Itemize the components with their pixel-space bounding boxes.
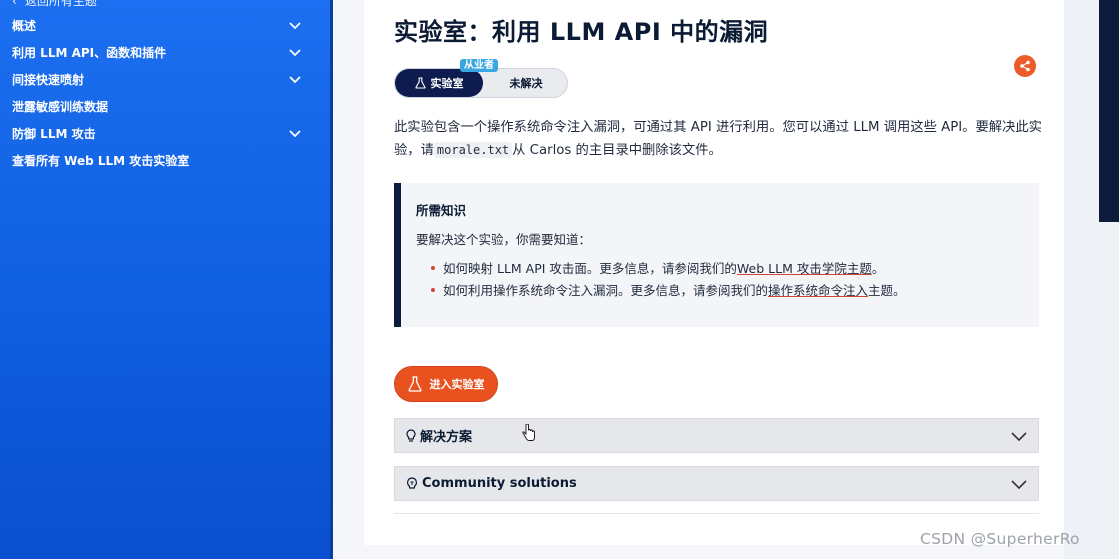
- chevron-down-icon[interactable]: [288, 18, 302, 32]
- pointer-cursor-icon: [522, 424, 535, 441]
- lab-pill-label: 实验室: [430, 77, 464, 90]
- bullet-icon: [431, 265, 435, 270]
- chevron-down-icon[interactable]: [288, 72, 302, 86]
- filename-code: morale.txt: [433, 142, 513, 158]
- list-item: 如何映射 LLM API 攻击面。更多信息，请参阅我们的Web LLM 攻击学院…: [431, 258, 884, 277]
- sidebar-item-label: 防御 LLM 攻击: [12, 126, 96, 141]
- bullet-text: 如何利用操作系统命令注入漏洞。更多信息，请参阅我们的: [443, 283, 769, 298]
- sidebar-item-label: 查看所有 Web LLM 攻击实验室: [12, 153, 190, 168]
- access-lab-label: 进入实验室: [429, 378, 485, 391]
- back-to-topics-label: 返回所有主题: [24, 0, 97, 8]
- sidebar-item-indirect-injection[interactable]: 间接快速喷射: [12, 68, 302, 90]
- flask-icon: [408, 376, 421, 392]
- divider: [394, 513, 1039, 514]
- chevron-down-icon: [1011, 479, 1027, 489]
- lab-status-pill: 实验室 未解决: [394, 68, 568, 98]
- page-title: 实验室：利用 LLM API 中的漏洞: [394, 18, 769, 46]
- solution-label: 解决方案: [420, 430, 473, 445]
- list-item: 如何利用操作系统命令注入漏洞。更多信息，请参阅我们的操作系统命令注入主题。: [431, 280, 906, 299]
- status-label: 未解决: [509, 77, 543, 90]
- sidebar-item-label: 泄露敏感训练数据: [12, 99, 109, 114]
- sidebar-divider: [330, 0, 333, 559]
- chevron-down-icon[interactable]: [288, 126, 302, 140]
- chevron-left-icon: ‹: [12, 0, 17, 8]
- watermark: CSDN @SuperherRo: [920, 530, 1080, 548]
- lightbulb-icon: [406, 428, 416, 442]
- level-badge: 从业者: [460, 59, 498, 72]
- sidebar-item-all-labs[interactable]: 查看所有 Web LLM 攻击实验室: [12, 149, 302, 171]
- description-text-end: 从 Carlos 的主目录中删除该文件。: [512, 143, 722, 158]
- bullet-text: 如何映射 LLM API 攻击面。更多信息，请参阅我们的: [443, 261, 737, 276]
- sidebar-item-leaking-data[interactable]: 泄露敏感训练数据: [12, 95, 302, 117]
- sidebar-item-label: 概述: [12, 18, 37, 33]
- knowledge-title: 所需知识: [416, 203, 467, 218]
- community-solutions-accordion[interactable]: Community solutions: [394, 466, 1039, 501]
- share-icon: [1020, 60, 1030, 72]
- flask-icon: [414, 77, 426, 89]
- share-button[interactable]: [1014, 55, 1036, 77]
- chevron-down-icon: [1011, 431, 1027, 441]
- sidebar-item-label: 利用 LLM API、函数和插件: [12, 45, 167, 60]
- access-lab-button[interactable]: 进入实验室: [394, 366, 498, 402]
- community-label: Community solutions: [422, 476, 577, 491]
- knowledge-intro: 要解决这个实验，你需要知道：: [416, 232, 592, 247]
- community-icon: [407, 476, 417, 489]
- bullet-end: 主题。: [868, 283, 906, 298]
- bullet-icon: [431, 287, 435, 292]
- sidebar-item-label: 间接快速喷射: [12, 72, 85, 87]
- required-knowledge-box: 所需知识 要解决这个实验，你需要知道： 如何映射 LLM API 攻击面。更多信…: [394, 183, 1039, 327]
- chevron-down-icon[interactable]: [288, 45, 302, 59]
- right-edge-panel: [1099, 0, 1119, 222]
- web-llm-topic-link[interactable]: Web LLM 攻击学院主题: [737, 261, 872, 276]
- sidebar-item-exploit-apis[interactable]: 利用 LLM API、函数和插件: [12, 41, 302, 63]
- bullet-end: 。: [871, 261, 885, 276]
- solution-accordion[interactable]: 解决方案: [394, 418, 1039, 453]
- lab-description: 此实验包含一个操作系统命令注入漏洞，可通过其 API 进行利用。您可以通过 LL…: [394, 116, 1044, 162]
- sidebar-item-overview[interactable]: 概述: [12, 14, 302, 36]
- back-to-topics-link[interactable]: ‹ 返回所有主题: [12, 0, 97, 9]
- status-badge: 未解决: [483, 69, 569, 97]
- os-injection-topic-link[interactable]: 操作系统命令注入: [768, 283, 868, 298]
- lab-pill: 实验室: [395, 69, 483, 97]
- sidebar: ‹ 返回所有主题 概述 利用 LLM API、函数和插件 间接快速喷射 泄露敏感…: [0, 0, 333, 559]
- sidebar-item-defending[interactable]: 防御 LLM 攻击: [12, 122, 302, 144]
